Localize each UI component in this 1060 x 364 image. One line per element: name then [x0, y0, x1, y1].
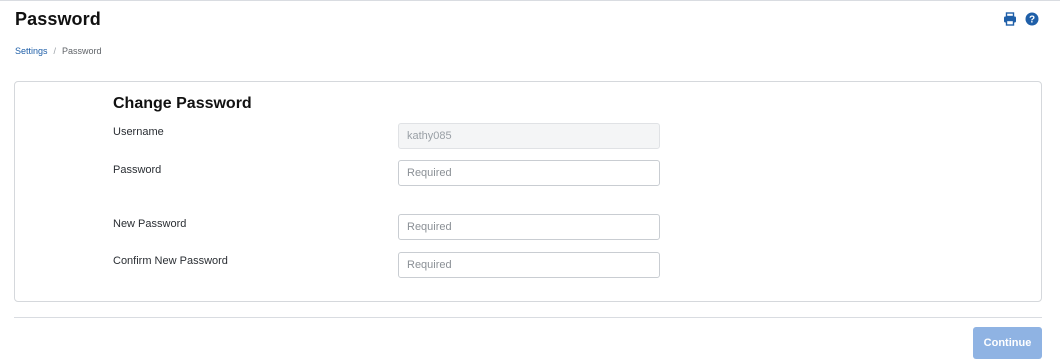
password-label: Password — [113, 164, 162, 176]
confirm-new-password-field[interactable] — [398, 252, 660, 278]
header-actions: ? — [1002, 11, 1040, 27]
help-icon[interactable]: ? — [1024, 11, 1040, 27]
new-password-label: New Password — [113, 218, 187, 230]
continue-button[interactable]: Continue — [973, 327, 1042, 359]
footer-divider — [14, 317, 1042, 318]
breadcrumb: Settings / Password — [15, 46, 102, 56]
confirm-new-password-label: Confirm New Password — [113, 255, 228, 267]
printer-icon[interactable] — [1002, 11, 1018, 27]
breadcrumb-current: Password — [62, 46, 102, 56]
form-title: Change Password — [113, 95, 252, 112]
breadcrumb-settings-link[interactable]: Settings — [15, 46, 48, 56]
page-title: Password — [15, 9, 101, 29]
new-password-field[interactable] — [398, 214, 660, 240]
change-password-card: Change Password Username Password New Pa… — [14, 81, 1042, 302]
password-field[interactable] — [398, 160, 660, 186]
username-label: Username — [113, 126, 164, 138]
svg-text:?: ? — [1029, 15, 1035, 26]
breadcrumb-separator: / — [53, 46, 57, 56]
top-border — [0, 0, 1060, 1]
username-field — [398, 123, 660, 149]
